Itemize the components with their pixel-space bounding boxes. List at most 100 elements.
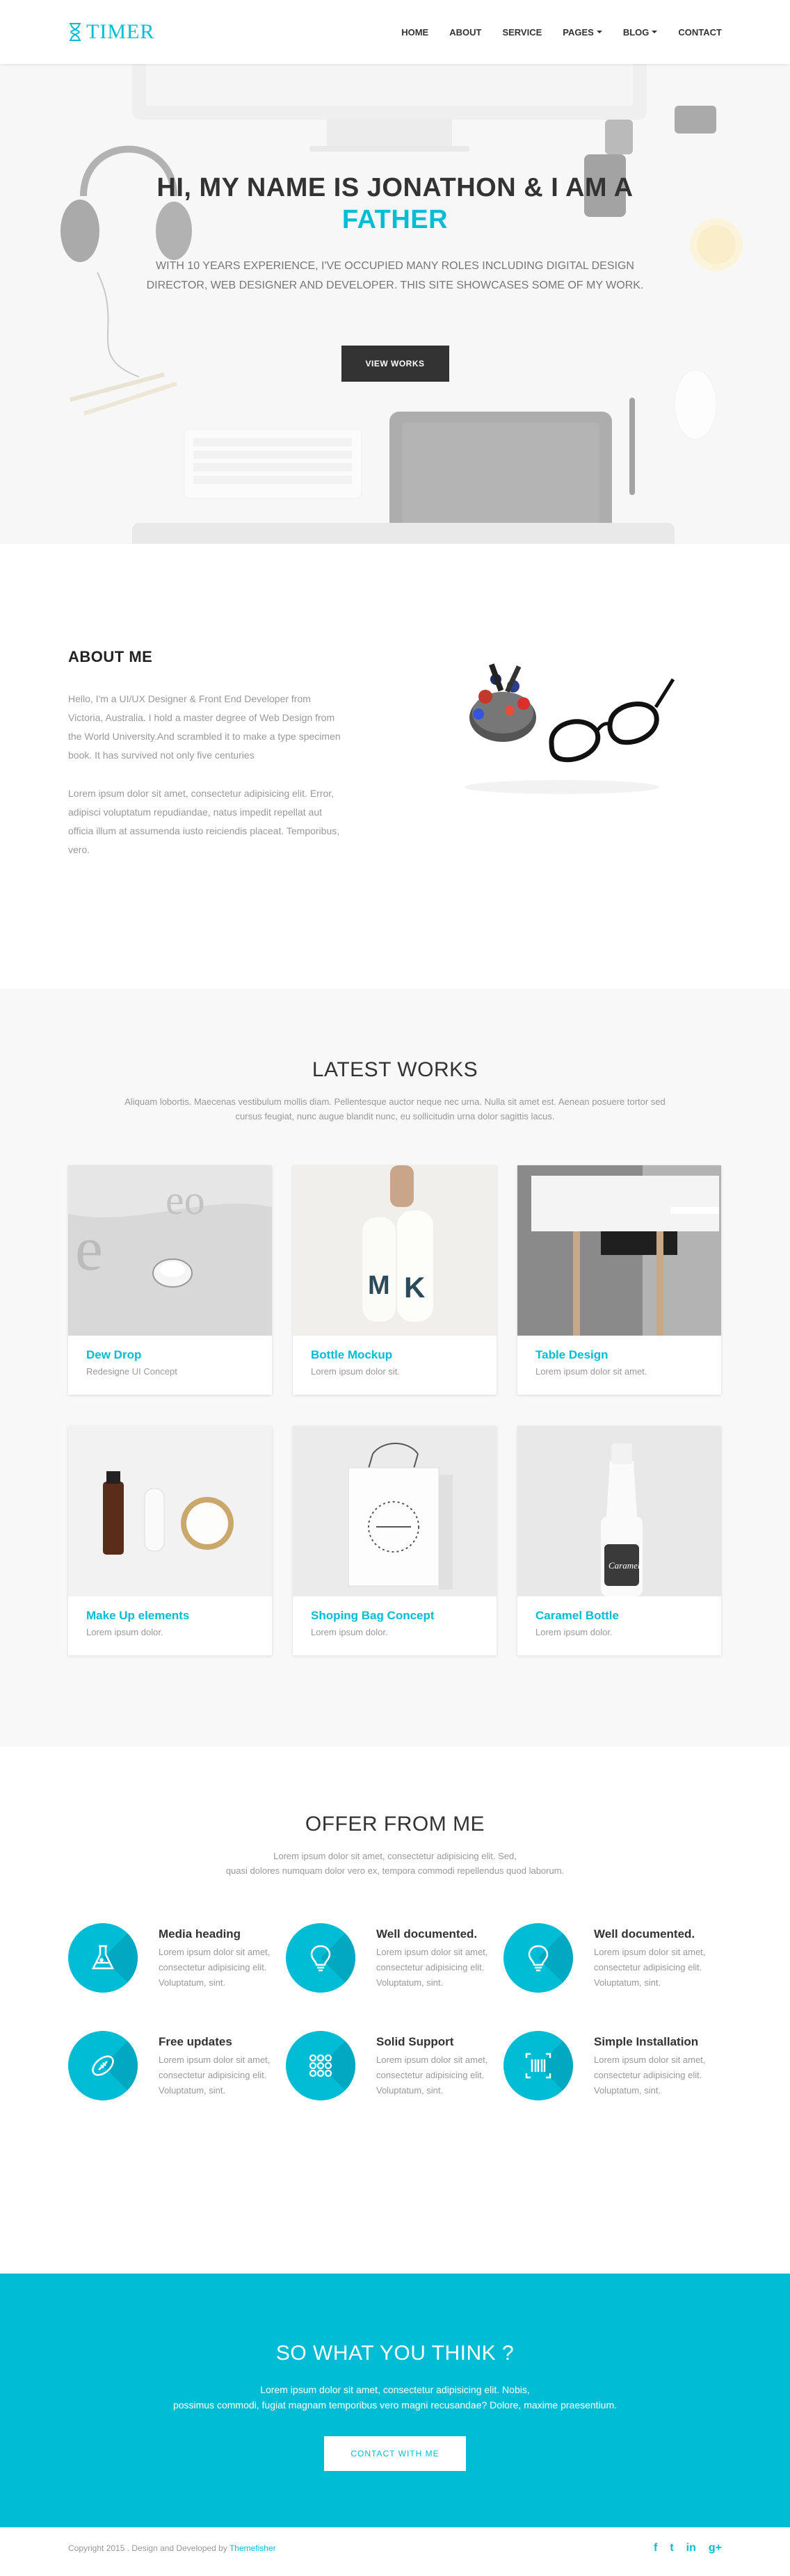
work-thumbnail[interactable]: e eo (68, 1165, 272, 1336)
work-description: Lorem ipsum dolor sit amet. (535, 1366, 647, 1377)
feature-title: Well documented. (594, 1927, 695, 1941)
work-card[interactable]: Caramel Caramel Bottle Lorem ipsum dolor. (517, 1426, 721, 1655)
work-card[interactable]: e eo Dew Drop Redesigne UI Concept (68, 1165, 272, 1395)
work-description: Lorem ipsum dolor. (86, 1627, 163, 1637)
work-title[interactable]: Dew Drop (86, 1348, 254, 1362)
hero-section: HI, MY NAME IS JONATHON & I AM A FATHER … (0, 64, 790, 544)
work-thumbnail[interactable] (517, 1165, 721, 1336)
nav-item-service[interactable]: SERVICE (492, 27, 552, 38)
feature-description: Lorem ipsum dolor sit amet, consectetur … (594, 2055, 706, 2096)
feature-item: Media heading Lorem ipsum dolor sit amet,… (68, 1923, 286, 1993)
feature-item: Simple Installation Lorem ipsum dolor sit… (503, 2031, 721, 2100)
works-subtitle: Aliquam lobortis. Maecenas vestibulum mo… (124, 1096, 666, 1121)
latest-works-section: LATEST WORKS Aliquam lobortis. Maecenas … (0, 989, 790, 1747)
feature-item: Well documented. Lorem ipsum dolor sit am… (286, 1923, 503, 1993)
hero-title: HI, MY NAME IS JONATHON & I AM A FATHER (0, 172, 790, 236)
work-thumbnail[interactable] (68, 1426, 272, 1596)
navbar: TIMER HOME ABOUT SERVICE PAGES BLOG CONTACT (0, 0, 790, 64)
feature-description: Lorem ipsum dolor sit amet, consectetur … (594, 1947, 706, 1988)
offer-subtitle-line-1: Lorem ipsum dolor sit amet, consectetur … (273, 1851, 517, 1861)
nav-item-blog[interactable]: BLOG (613, 27, 668, 38)
caret-down-icon (652, 31, 658, 33)
feature-title: Media heading (159, 1927, 241, 1941)
feature-description: Lorem ipsum dolor sit amet, consectetur … (376, 2055, 488, 2096)
pens-and-glasses-image (465, 663, 675, 794)
hero-title-accent: FATHER (341, 205, 449, 234)
works-grid: e eo Dew Drop Redesigne UI Concept M K Bottle … (68, 1165, 722, 1655)
features-grid: Media heading Lorem ipsum dolor sit amet,… (68, 1923, 722, 2100)
grid-dots-icon (286, 2031, 355, 2100)
work-title[interactable]: Table Design (535, 1348, 703, 1362)
social-links: f t in g+ (654, 2542, 722, 2554)
work-title[interactable]: Caramel Bottle (535, 1609, 703, 1623)
nav-item-label: PAGES (563, 26, 594, 38)
nav-item-pages[interactable]: PAGES (552, 27, 613, 38)
brand-logo[interactable]: TIMER (68, 20, 154, 44)
football-icon (68, 2031, 138, 2100)
work-card[interactable]: Table Design Lorem ipsum dolor sit amet. (517, 1165, 721, 1395)
nav-item-label: CONTACT (678, 26, 722, 38)
feature-item: Solid Support Lorem ipsum dolor sit amet,… (286, 2031, 503, 2100)
barcode-icon (503, 2031, 573, 2100)
nav-item-label: BLOG (622, 26, 650, 38)
work-title[interactable]: Make Up elements (86, 1609, 254, 1623)
offer-subtitle: Lorem ipsum dolor sit amet, consectetur … (120, 1849, 670, 1878)
work-thumbnail[interactable]: MK (293, 1165, 497, 1336)
svg-text:e: e (75, 1215, 103, 1283)
brand-name: TIMER (86, 20, 155, 43)
work-card[interactable]: Make Up elements Lorem ipsum dolor. (68, 1426, 272, 1655)
work-description: Lorem ipsum dolor. (311, 1627, 388, 1637)
facebook-icon[interactable]: f (654, 2542, 657, 2554)
work-title[interactable]: Bottle Mockup (311, 1348, 478, 1362)
lightbulb-icon (503, 1923, 573, 1993)
work-description: Redesigne UI Concept (86, 1366, 177, 1377)
cta-section: SO WHAT YOU THINK ? Lorem ipsum dolor si… (0, 2274, 790, 2527)
svg-text:Caramel: Caramel (608, 1560, 640, 1571)
lightbulb-icon (286, 1923, 355, 1993)
main-menu: HOME ABOUT SERVICE PAGES BLOG CONTACT (391, 27, 722, 38)
cta-text: Lorem ipsum dolor sit amet, consectetur … (0, 2382, 790, 2413)
about-paragraph-1: Hello, I'm a UI/UX Designer & Front End … (68, 693, 341, 761)
nav-item-about[interactable]: ABOUT (439, 27, 492, 38)
about-paragraph-2: Lorem ipsum dolor sit amet, consectetur … (68, 788, 340, 855)
feature-title: Simple Installation (594, 2035, 699, 2048)
nav-item-label: SERVICE (502, 26, 542, 38)
feature-item: Well documented. Lorem ipsum dolor sit am… (503, 1923, 721, 1993)
svg-text:eo: eo (166, 1177, 205, 1223)
nav-item-label: ABOUT (449, 26, 482, 38)
feature-title: Solid Support (376, 2035, 454, 2048)
nav-item-contact[interactable]: CONTACT (668, 27, 722, 38)
nav-item-label: HOME (401, 26, 429, 38)
copyright: Copyright 2015 . Design and Developed by… (68, 2543, 276, 2553)
work-title[interactable]: Shoping Bag Concept (311, 1609, 478, 1623)
feature-item: Free updates Lorem ipsum dolor sit amet, … (68, 2031, 286, 2100)
nav-item-home[interactable]: HOME (391, 27, 439, 38)
hero-title-text: HI, MY NAME IS JONATHON & I AM A (156, 173, 634, 202)
cta-text-line-2: possimus commodi, fugiat magnam temporib… (172, 2399, 618, 2411)
feature-description: Lorem ipsum dolor sit amet, consectetur … (159, 1947, 271, 1988)
twitter-icon[interactable]: t (670, 2542, 673, 2554)
view-works-button[interactable]: VIEW WORKS (341, 346, 449, 382)
svg-text:K: K (404, 1271, 425, 1304)
author-link[interactable]: Themefisher (229, 2543, 276, 2553)
about-section: ABOUT ME Hello, I'm a UI/UX Designer & F… (0, 544, 790, 989)
work-thumbnail[interactable] (293, 1426, 497, 1596)
work-thumbnail[interactable]: Caramel (517, 1426, 721, 1596)
feature-description: Lorem ipsum dolor sit amet, consectetur … (376, 1947, 488, 1988)
work-card[interactable]: Shoping Bag Concept Lorem ipsum dolor. (293, 1426, 497, 1655)
work-description: Lorem ipsum dolor. (535, 1627, 613, 1637)
flask-icon (68, 1923, 138, 1993)
feature-title: Free updates (159, 2035, 232, 2048)
hero-description: WITH 10 YEARS EXPERIENCE, I'VE OCCUPIED … (146, 260, 644, 291)
offer-section: OFFER FROM ME Lorem ipsum dolor sit amet… (0, 1747, 790, 2274)
hourglass-icon (70, 23, 81, 41)
google-plus-icon[interactable]: g+ (709, 2542, 722, 2554)
linkedin-icon[interactable]: in (686, 2542, 696, 2554)
work-description: Lorem ipsum dolor sit. (311, 1366, 400, 1377)
works-title: LATEST WORKS (312, 1058, 478, 1081)
feature-title: Well documented. (376, 1927, 478, 1941)
work-card[interactable]: M K Bottle Mockup Lorem ipsum dolor sit. (293, 1165, 497, 1395)
caret-down-icon (596, 31, 602, 33)
copyright-text: Copyright 2015 . Design and Developed by (68, 2543, 227, 2553)
contact-with-me-button[interactable]: CONTACT WITH ME (324, 2436, 466, 2471)
